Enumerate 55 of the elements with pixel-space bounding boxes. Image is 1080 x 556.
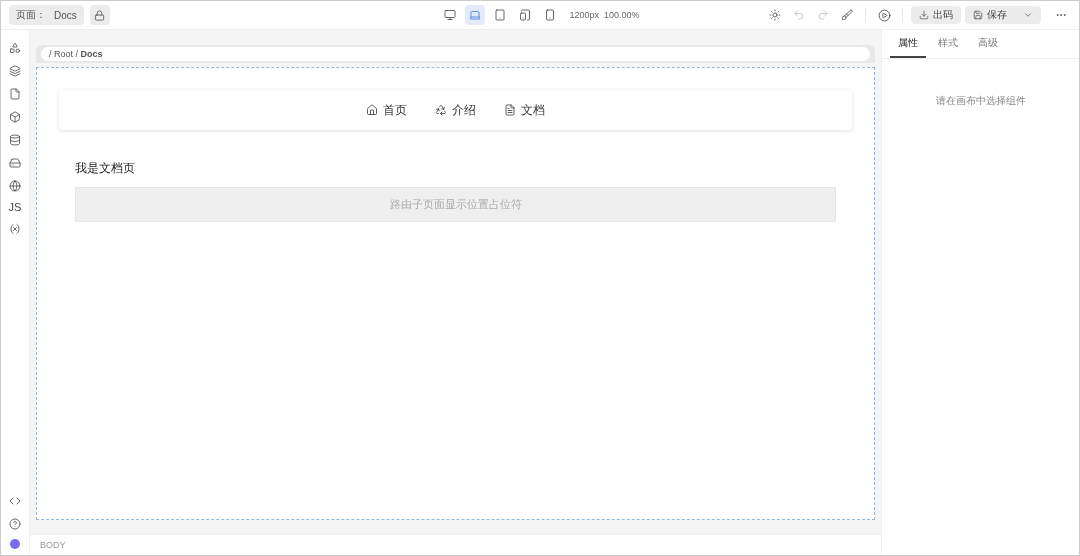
drive-tool[interactable]: [9, 155, 21, 170]
redo-icon: [817, 9, 829, 21]
cube-icon: [9, 110, 21, 123]
laptop-icon: [469, 9, 482, 21]
page-selector[interactable]: 页面： Docs: [9, 5, 84, 25]
undo-icon: [793, 9, 805, 21]
nav-link[interactable]: 介绍: [435, 101, 476, 119]
avatar[interactable]: [10, 539, 20, 549]
panel-tab[interactable]: 高级: [970, 30, 1006, 58]
house-icon: [366, 104, 378, 116]
layers-tool[interactable]: [9, 63, 21, 78]
nav-link[interactable]: 文档: [504, 101, 545, 119]
variable-icon: [9, 222, 21, 235]
save-icon: [973, 10, 983, 20]
zoom-level: 100.00%: [604, 10, 640, 20]
tablet-icon: [494, 9, 507, 21]
variable-tool[interactable]: [9, 221, 21, 236]
breadcrumb: / Root / Docs: [41, 47, 870, 61]
save-button[interactable]: 保存: [965, 6, 1041, 24]
monitor-icon: [444, 9, 457, 21]
database-tool[interactable]: [9, 132, 21, 147]
chevron-down-icon: [1023, 10, 1033, 20]
js-tool[interactable]: JS: [8, 201, 22, 213]
drive-icon: [9, 156, 21, 169]
laptop-button[interactable]: [465, 5, 486, 25]
globe-tool[interactable]: [9, 178, 21, 193]
database-icon: [9, 133, 21, 146]
cube-tool[interactable]: [9, 109, 21, 124]
empty-hint: 请在画布中选择组件: [934, 94, 1027, 108]
tablet-phone-icon: [519, 9, 532, 21]
export-code-button[interactable]: 出码: [911, 6, 961, 24]
lock-icon: [94, 9, 106, 21]
brush-icon: [841, 9, 853, 21]
layers-icon: [9, 64, 21, 77]
play-icon: [877, 8, 891, 22]
phone-icon: [544, 9, 557, 21]
page-heading: 我是文档页: [75, 160, 136, 177]
canvas-width: 1200px: [569, 10, 599, 20]
document-icon: [504, 104, 516, 116]
download-icon: [919, 10, 929, 20]
shapes-icon: [9, 41, 21, 54]
shapes-tool[interactable]: [9, 40, 21, 55]
help-icon: [9, 517, 21, 530]
file-icon: [9, 87, 21, 100]
recycle-icon: [435, 104, 447, 116]
lock-button[interactable]: [89, 5, 110, 25]
help-tool[interactable]: [9, 516, 21, 531]
file-tool[interactable]: [9, 86, 21, 101]
nav-link[interactable]: 首页: [366, 101, 407, 119]
outlet-label: 路由子页面显示位置占位符: [389, 197, 522, 212]
globe-icon: [9, 179, 21, 192]
element-path: BODY: [40, 540, 66, 550]
panel-tab[interactable]: 属性: [890, 30, 926, 58]
panel-tab[interactable]: 样式: [930, 30, 966, 58]
sun-icon: [769, 9, 781, 21]
